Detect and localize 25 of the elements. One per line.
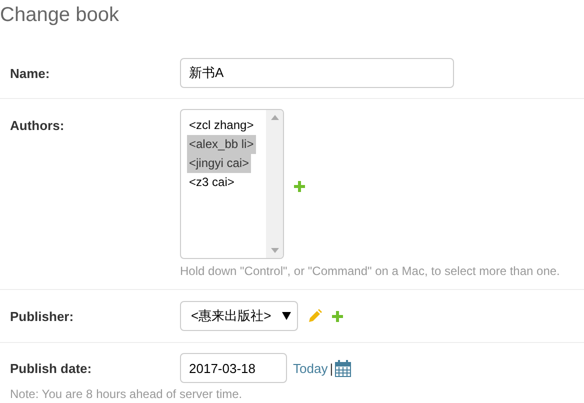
field-label: Publisher:: [10, 308, 75, 324]
field-label: Authors:: [10, 118, 66, 135]
publisher-select[interactable]: <惠来出版社>: [180, 301, 298, 331]
field-label: Name:: [10, 66, 51, 81]
page-title: Change book: [0, 3, 120, 28]
scroll-down-icon[interactable]: [270, 248, 278, 253]
scrollbar[interactable]: [266, 110, 283, 258]
authors-listbox[interactable]: <zcl zhang> <alex_bb li> <jingyi cai> <z3 cai>: [180, 109, 284, 259]
add-icon[interactable]: [294, 181, 305, 192]
name-field[interactable]: 新书A: [180, 58, 454, 88]
help-text: Hold down "Control", or "Command" on a Mac, to select more than one.: [180, 264, 560, 278]
author-option[interactable]: <jingyi cai>: [187, 154, 252, 173]
calendar-icon[interactable]: [335, 360, 352, 376]
scroll-up-icon[interactable]: [270, 115, 278, 120]
pencil-icon[interactable]: [308, 309, 322, 323]
dropdown-caret-icon: [282, 312, 291, 320]
author-option[interactable]: <zcl zhang>: [187, 116, 256, 135]
author-option[interactable]: <z3 cai>: [187, 173, 236, 192]
timezone-note: Note: You are 8 hours ahead of server time.: [10, 387, 244, 401]
field-label: Publish date:: [10, 360, 93, 376]
today-link[interactable]: Today: [293, 360, 328, 376]
author-option[interactable]: <alex_bb li>: [187, 135, 256, 154]
date-field[interactable]: 2017-03-18: [180, 353, 287, 383]
separator-text: |: [330, 360, 334, 376]
add-icon[interactable]: [332, 310, 343, 322]
